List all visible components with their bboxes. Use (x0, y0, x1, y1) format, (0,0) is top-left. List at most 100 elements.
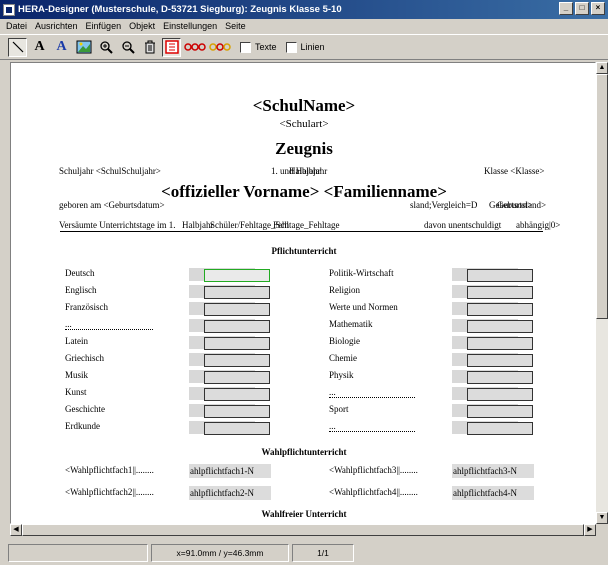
linien-checkbox[interactable]: Linien (285, 41, 325, 53)
menu-einfuegen[interactable]: Einfügen (82, 21, 126, 31)
wahlpflicht-label-1[interactable]: <Wahlpflichtfach1||........ (65, 465, 154, 475)
scroll-up-icon[interactable]: ▲ (596, 62, 608, 74)
subject-right-3[interactable]: Werte und Normen (329, 302, 398, 312)
section-wahlfreier-unterricht[interactable]: Wahlfreier Unterricht (11, 509, 595, 519)
toolbar: A A Texte Linien (0, 34, 608, 60)
wahlpflicht-label-4[interactable]: <Wahlpflichtfach4||........ (329, 487, 418, 497)
grade-field[interactable] (452, 387, 533, 401)
geburtsland-field[interactable]: sland;Vergleich=D (410, 200, 477, 210)
subject-left-3[interactable]: Französisch (65, 302, 108, 312)
menu-seite[interactable]: Seite (221, 21, 250, 31)
wahlpflicht-field-3[interactable]: ahlpflichtfach3-N (452, 464, 534, 478)
grade-field[interactable] (452, 421, 533, 435)
status-coordinates: x=91.0mm / y=46.3mm (151, 544, 289, 562)
grade-field[interactable] (189, 353, 270, 367)
grade-field[interactable] (189, 268, 270, 282)
menu-ausrichten[interactable]: Ausrichten (31, 21, 82, 31)
grade-field[interactable] (189, 319, 270, 333)
grade-field[interactable] (452, 404, 533, 418)
subject-left-1[interactable]: Deutsch (65, 268, 95, 278)
geboren-field[interactable]: geboren am <Geburtsdatum> (59, 200, 165, 210)
menu-datei[interactable]: Datei (2, 21, 31, 31)
menu-einstellungen[interactable]: Einstellungen (159, 21, 221, 31)
line-tool-icon[interactable] (8, 37, 27, 57)
scroll-left-icon[interactable]: ◀ (10, 524, 22, 536)
wahlpflicht-label-3[interactable]: <Wahlpflichtfach3||........ (329, 465, 418, 475)
subject-left-4[interactable]: ... (65, 319, 72, 329)
geburtsland-overlap[interactable]: Geburtsland> (497, 200, 546, 210)
grade-field[interactable] (189, 285, 270, 299)
subject-right-7[interactable]: Physik (329, 370, 354, 380)
grade-field[interactable] (189, 302, 270, 316)
schuljahr-field[interactable]: Schuljahr <SchulSchuljahr> (59, 166, 161, 176)
subject-right-9[interactable]: Sport (329, 404, 349, 414)
horizontal-scrollbar[interactable]: ◀ ▶ (10, 524, 596, 536)
school-name[interactable]: <SchulName> (11, 96, 595, 116)
davon-label[interactable]: davon unentschuldigt (424, 220, 501, 230)
school-type[interactable]: <Schulart> (11, 118, 595, 130)
subject-right-1[interactable]: Politik-Wirtschaft (329, 268, 394, 278)
menu-objekt[interactable]: Objekt (125, 21, 159, 31)
grade-field[interactable] (452, 268, 533, 282)
section-wahlpflichtunterricht[interactable]: Wahlpflichtunterricht (11, 447, 595, 457)
grade-field[interactable] (452, 285, 533, 299)
grade-field[interactable] (189, 421, 270, 435)
vertical-scrollbar[interactable]: ▲ ▼ (596, 62, 608, 524)
halbjahr-overlap[interactable]: Halbjahr (289, 166, 321, 176)
texte-checkbox[interactable]: Texte (240, 41, 277, 53)
document-canvas[interactable]: <SchulName> <Schulart> Zeugnis Schuljahr… (10, 62, 596, 524)
vertical-scroll-thumb[interactable] (596, 74, 608, 319)
chain-mixed-icon[interactable] (209, 38, 231, 57)
maximize-button[interactable]: □ (575, 2, 589, 15)
linien-checkbox-box[interactable] (285, 41, 297, 53)
scroll-down-icon[interactable]: ▼ (596, 512, 608, 524)
subject-left-6[interactable]: Griechisch (65, 353, 104, 363)
subject-right-2[interactable]: Religion (329, 285, 360, 295)
wahlpflicht-field-2[interactable]: ahlpflichtfach2-N (189, 486, 271, 500)
subject-right-4[interactable]: Mathematik (329, 319, 373, 329)
subject-left-7[interactable]: Musik (65, 370, 88, 380)
minimize-button[interactable]: _ (559, 2, 573, 15)
wahlpflicht-field-4[interactable]: ahlpflichtfach4-N (452, 486, 534, 500)
chain-red-icon[interactable] (184, 38, 206, 57)
versaeumt-field-a[interactable]: Halbjahr (182, 220, 214, 230)
versaeumt-label[interactable]: Versäumte Unterrichtstage im 1. (59, 220, 175, 230)
section-pflichtunterricht[interactable]: Pflichtunterricht (11, 246, 595, 256)
subject-left-9[interactable]: Geschichte (65, 404, 105, 414)
wahlpflicht-field-1[interactable]: ahlpflichtfach1-N (189, 464, 271, 478)
grade-field[interactable] (452, 302, 533, 316)
image-tool-icon[interactable] (74, 38, 93, 57)
subject-right-10[interactable]: ... (329, 421, 336, 431)
subject-left-5[interactable]: Latein (65, 336, 88, 346)
grade-field[interactable] (189, 336, 270, 350)
text-tool-icon[interactable]: A (30, 38, 49, 57)
frame-tool-icon[interactable] (162, 37, 181, 57)
student-name[interactable]: <offizieller Vorname> <Familienname> (11, 182, 595, 202)
subject-right-6[interactable]: Chemie (329, 353, 357, 363)
scroll-right-icon[interactable]: ▶ (584, 524, 596, 536)
grade-field[interactable] (452, 336, 533, 350)
field-text-tool-icon[interactable]: A (52, 38, 71, 57)
grade-field[interactable] (189, 404, 270, 418)
versaeumt-field-c[interactable]: Fehltage_Fehltage (273, 220, 339, 230)
subject-right-8[interactable]: ... (329, 387, 336, 397)
davon-field[interactable]: abhängig|0> (516, 220, 560, 230)
close-button[interactable]: × (591, 2, 605, 15)
grade-field[interactable] (452, 370, 533, 384)
subject-left-8[interactable]: Kunst (65, 387, 87, 397)
trash-icon[interactable] (140, 38, 159, 57)
grade-field[interactable] (452, 353, 533, 367)
grade-field[interactable] (452, 319, 533, 333)
certificate-heading[interactable]: Zeugnis (11, 139, 595, 159)
subject-left-2[interactable]: Englisch (65, 285, 97, 295)
subject-left-10[interactable]: Erdkunde (65, 421, 100, 431)
texte-checkbox-box[interactable] (240, 41, 251, 53)
zoom-out-icon[interactable] (118, 38, 137, 57)
klasse-field[interactable]: Klasse <Klasse> (484, 166, 544, 176)
grade-field[interactable] (189, 370, 270, 384)
grade-field[interactable] (189, 387, 270, 401)
wahlpflicht-label-2[interactable]: <Wahlpflichtfach2||........ (65, 487, 154, 497)
zoom-in-icon[interactable] (96, 38, 115, 57)
horizontal-scroll-thumb[interactable] (22, 524, 584, 536)
subject-right-5[interactable]: Biologie (329, 336, 360, 346)
